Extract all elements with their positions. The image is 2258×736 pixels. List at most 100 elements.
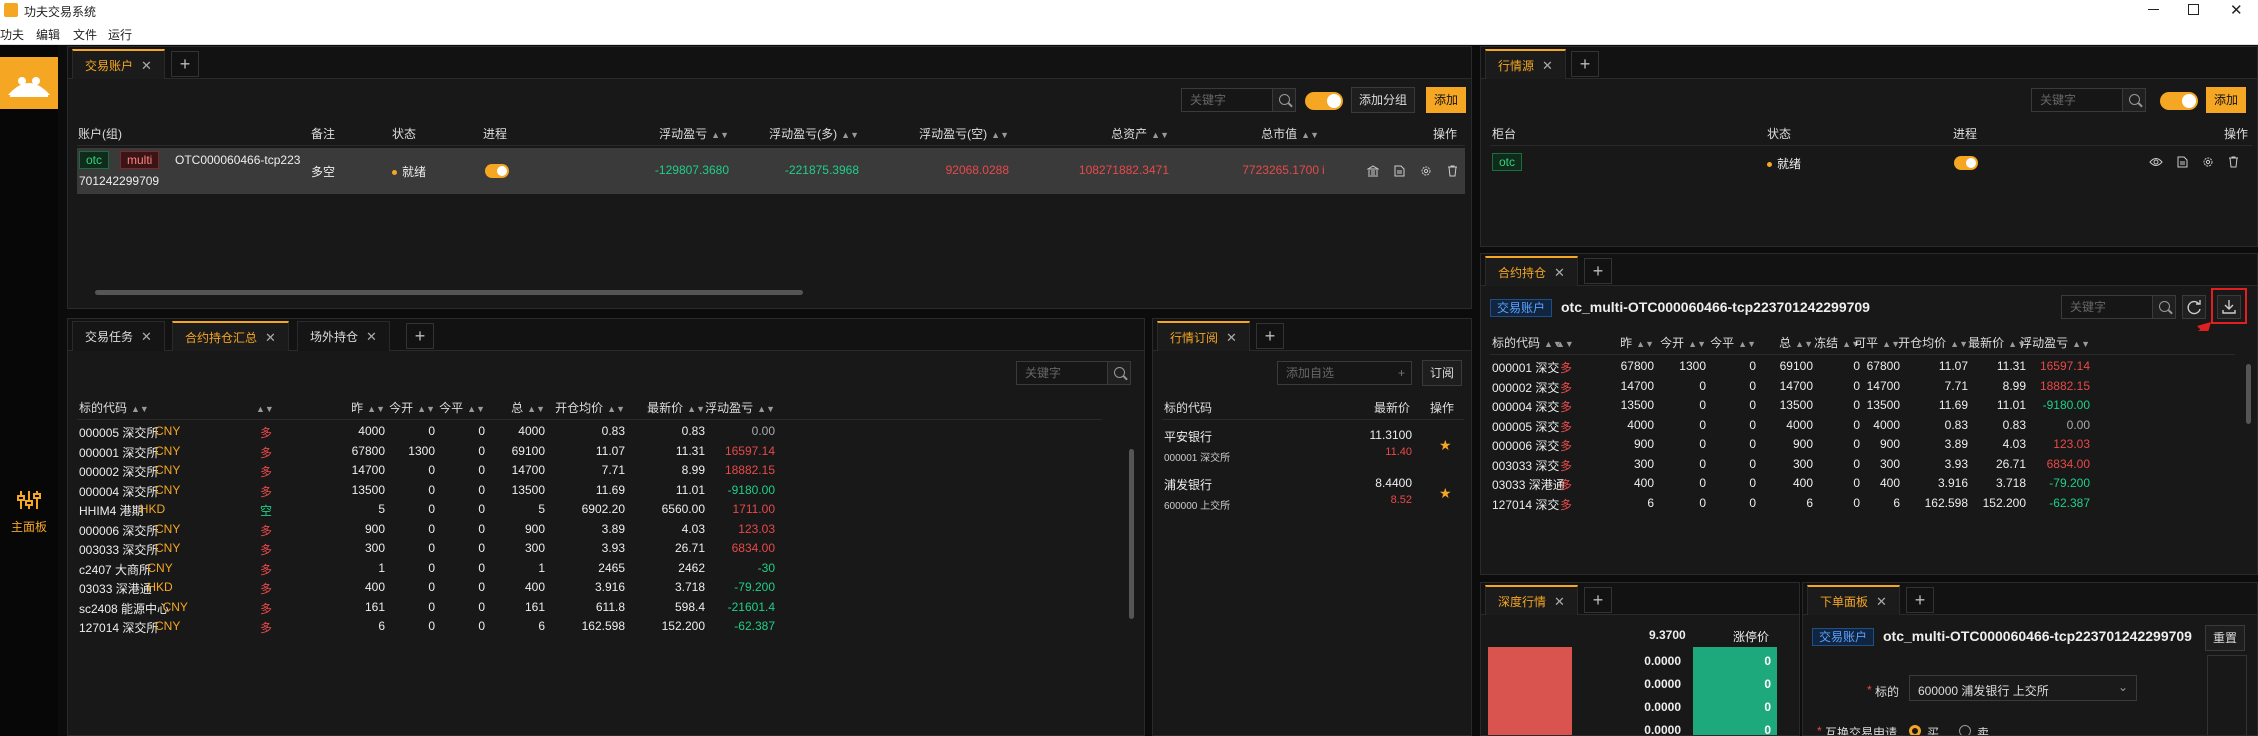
quote-row[interactable]: 平安银行 000001 深交所 11.3100 11.40 ★: [1162, 422, 1464, 470]
star-icon[interactable]: ★: [1439, 437, 1452, 454]
close-icon[interactable]: ✕: [1226, 330, 1237, 345]
table-row[interactable]: sc2408 能源中心 CNY 多 161 0 0 161 611.8 598.4 -21601.…: [77, 598, 1102, 617]
menu-kungfu[interactable]: 功夫: [0, 26, 24, 43]
table-row[interactable]: 000002 深交多 14700 0 0 14700 0 14700 7.71 8.99 1888…: [1490, 377, 2235, 396]
radio-buy[interactable]: [1909, 725, 1921, 735]
tab-contract-positions[interactable]: 合约持仓 ✕: [1485, 256, 1578, 286]
col-pnl-long[interactable]: 浮动盈亏(多) ▲▼: [719, 122, 859, 146]
table-row[interactable]: 000006 深交多 900 0 0 900 0 900 3.89 4.03 123.03: [1490, 435, 2235, 454]
tab-contract-summary[interactable]: 合约持仓汇总 ✕: [172, 321, 289, 351]
add-tab-button[interactable]: +: [1584, 258, 1612, 284]
menu-file[interactable]: 文件: [73, 26, 97, 43]
search-input[interactable]: 关键字: [2061, 295, 2153, 319]
search-icon[interactable]: [1107, 361, 1131, 385]
col-header[interactable]: ▲▼: [1552, 331, 1574, 355]
account-row[interactable]: otc multi OTC000060466-tcp223 7012422997…: [77, 148, 1465, 194]
close-icon[interactable]: ✕: [1876, 594, 1887, 609]
add-button[interactable]: 添加: [2206, 87, 2247, 113]
close-icon[interactable]: ✕: [366, 329, 377, 344]
table-row[interactable]: 000004 深交所 CNY 多 13500 0 0 13500 11.69 11.01 -918…: [77, 481, 1102, 500]
search-icon[interactable]: [2152, 295, 2176, 319]
market-source-toggle[interactable]: [2160, 92, 2198, 110]
radio-sell[interactable]: [1959, 725, 1971, 735]
maximize-icon[interactable]: [2188, 4, 2199, 15]
search-input[interactable]: 关键字: [1016, 361, 1108, 385]
account-toggle[interactable]: [1305, 92, 1343, 110]
table-row[interactable]: 000001 深交多 67800 1300 0 69100 0 67800 11.07 11.3…: [1490, 357, 2235, 376]
col-pnl[interactable]: 浮动盈亏 ▲▼: [589, 122, 729, 146]
document-icon[interactable]: [1394, 165, 1405, 177]
col-header[interactable]: 标的代码 ▲▼: [79, 396, 229, 420]
close-icon[interactable]: ✕: [1554, 265, 1565, 280]
add-button[interactable]: 添加: [1426, 87, 1467, 113]
table-row[interactable]: 003033 深交多 300 0 0 300 0 300 3.93 26.71 6834.00: [1490, 455, 2235, 474]
table-row[interactable]: c2407 大商所 CNY 多 1 0 0 1 2465 2462 -30: [77, 559, 1102, 578]
tab-market-source[interactable]: 行情源 ✕: [1485, 49, 1566, 79]
search-icon[interactable]: [1272, 88, 1296, 112]
col-market-value[interactable]: 总市值 ▲▼: [1179, 122, 1319, 146]
close-icon[interactable]: ✕: [265, 330, 276, 345]
close-icon[interactable]: ✕: [1554, 594, 1565, 609]
col-header[interactable]: 浮动盈亏 ▲▼: [675, 396, 775, 420]
main-panel-nav[interactable]: 主面板: [0, 485, 58, 535]
add-tab-button[interactable]: +: [1571, 51, 1599, 77]
table-row[interactable]: 003033 深交所 CNY 多 300 0 0 300 3.93 26.71 6834.00: [77, 539, 1102, 558]
add-watch-input[interactable]: 添加自选 +: [1277, 361, 1412, 385]
tab-trade-tasks[interactable]: 交易任务 ✕: [72, 321, 165, 351]
search-icon[interactable]: [2122, 88, 2146, 112]
tab-otc-positions[interactable]: 场外持仓 ✕: [297, 321, 390, 351]
close-icon[interactable]: ✕: [141, 58, 152, 73]
table-row[interactable]: 127014 深交所 CNY 多 6 0 0 6 162.598 152.200 -62.387: [77, 617, 1102, 636]
star-icon[interactable]: ★: [1439, 485, 1452, 502]
vertical-scrollbar[interactable]: [2246, 364, 2251, 424]
delete-icon[interactable]: [1447, 165, 1458, 177]
table-row[interactable]: 03033 深港通多 400 0 0 400 0 400 3.916 3.718 -79.200: [1490, 474, 2235, 493]
add-tab-button[interactable]: +: [1256, 323, 1284, 349]
quote-row[interactable]: 浦发银行 600000 上交所 8.4400 8.52 ★: [1162, 470, 1464, 518]
reset-button[interactable]: 重置: [2205, 625, 2246, 651]
close-icon[interactable]: ✕: [141, 329, 152, 344]
process-toggle[interactable]: [1954, 156, 1978, 170]
table-row[interactable]: 000005 深交所 CNY 多 4000 0 0 4000 0.83 0.83 0.00: [77, 422, 1102, 441]
col-header[interactable]: 浮动盈亏 ▲▼: [1990, 331, 2090, 355]
table-row[interactable]: 000006 深交所 CNY 多 900 0 0 900 3.89 4.03 123.03: [77, 520, 1102, 539]
bank-icon[interactable]: [1367, 165, 1379, 177]
col-pnl-short[interactable]: 浮动盈亏(空) ▲▼: [869, 122, 1009, 146]
add-tab-button[interactable]: +: [1584, 587, 1612, 613]
add-tab-button[interactable]: +: [1906, 587, 1934, 613]
table-row[interactable]: 000005 深交多 4000 0 0 4000 0 4000 0.83 0.83 0.00: [1490, 416, 2235, 435]
table-row[interactable]: HHIM4 港期 HKD 空 5 0 0 5 6902.20 6560.00 1711.00: [77, 500, 1102, 519]
table-row[interactable]: 000001 深交所 CNY 多 67800 1300 0 69100 11.07 11.31 1…: [77, 442, 1102, 461]
search-input[interactable]: 关键字: [1181, 88, 1273, 112]
add-group-button[interactable]: 添加分组: [1351, 87, 1416, 113]
close-window-icon[interactable]: ✕: [2230, 1, 2243, 19]
delete-icon[interactable]: [2228, 156, 2239, 168]
col-header[interactable]: ▲▼: [252, 396, 274, 420]
minimize-icon[interactable]: [2148, 9, 2159, 10]
market-source-row[interactable]: otc 就绪: [1490, 148, 2252, 176]
vertical-scrollbar[interactable]: [1129, 449, 1134, 619]
table-row[interactable]: 03033 深港通 HKD 多 400 0 0 400 3.916 3.718 -79.200: [77, 578, 1102, 597]
gear-icon[interactable]: [2202, 156, 2214, 168]
process-toggle[interactable]: [485, 164, 509, 178]
table-row[interactable]: 000004 深交多 13500 0 0 13500 0 13500 11.69 11.01 -9…: [1490, 396, 2235, 415]
close-icon[interactable]: ✕: [1542, 58, 1553, 73]
subscribe-button[interactable]: 订阅: [1422, 360, 1463, 386]
menu-edit[interactable]: 编辑: [36, 26, 60, 43]
tab-depth[interactable]: 深度行情 ✕: [1485, 585, 1578, 615]
tab-trading-account[interactable]: 交易账户 ✕: [72, 49, 165, 79]
col-total-assets[interactable]: 总资产 ▲▼: [1029, 122, 1169, 146]
menu-run[interactable]: 运行: [108, 26, 132, 43]
instrument-select[interactable]: 600000 浦发银行 上交所 ⌄: [1909, 675, 2137, 701]
search-input[interactable]: 关键字: [2031, 88, 2123, 112]
horizontal-scrollbar[interactable]: [95, 290, 803, 295]
add-tab-button[interactable]: +: [406, 323, 434, 349]
document-icon[interactable]: [2177, 156, 2188, 168]
table-row[interactable]: 000002 深交所 CNY 多 14700 0 0 14700 7.71 8.99 18882.…: [77, 461, 1102, 480]
plus-icon[interactable]: +: [1398, 362, 1405, 384]
gear-icon[interactable]: [1420, 165, 1432, 177]
tab-order-panel[interactable]: 下单面板 ✕: [1807, 585, 1900, 615]
refresh-button[interactable]: [2182, 295, 2206, 319]
table-row[interactable]: 127014 深交多 6 0 0 6 0 6 162.598 152.200 -62.387: [1490, 494, 2235, 513]
add-tab-button[interactable]: +: [171, 51, 199, 77]
